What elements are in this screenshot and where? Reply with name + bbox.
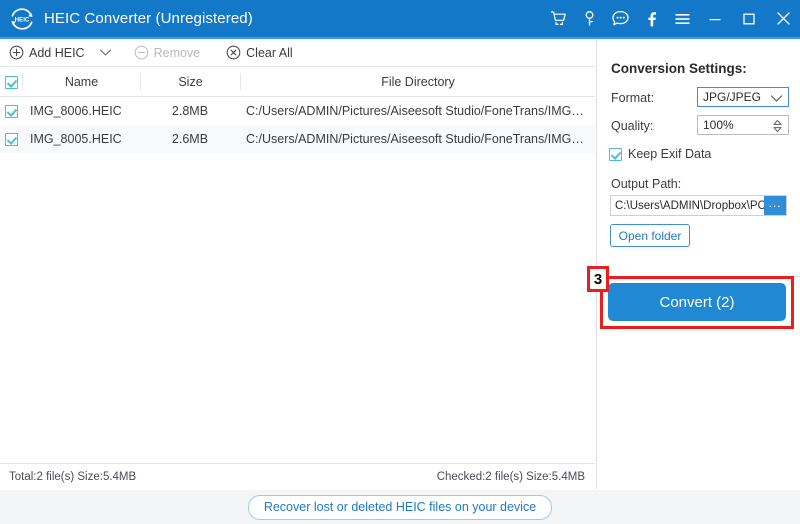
status-bar: Total:2 file(s) Size:5.4MB Checked:2 fil… xyxy=(0,463,595,489)
column-header-name[interactable]: Name xyxy=(22,73,140,91)
quality-label: Quality: xyxy=(611,119,654,133)
close-circle-icon xyxy=(226,45,241,60)
convert-button[interactable]: Convert (2) xyxy=(608,283,786,321)
cart-icon[interactable] xyxy=(543,0,574,37)
chevron-down-icon xyxy=(770,92,783,106)
clear-all-label: Clear All xyxy=(246,45,293,60)
row-file-name: IMG_8006.HEIC xyxy=(30,104,122,118)
clear-all-button[interactable]: Clear All xyxy=(226,45,293,60)
file-toolbar: Add HEIC Remove Clear All xyxy=(0,39,595,67)
table-row[interactable]: IMG_8005.HEIC 2.6MB C:/Users/ADMIN/Pictu… xyxy=(0,125,595,153)
keep-exif-data-label: Keep Exif Data xyxy=(628,147,712,161)
file-list-header: Name Size File Directory xyxy=(0,68,595,97)
spinner-up-down-icon[interactable] xyxy=(772,119,783,136)
menu-icon[interactable] xyxy=(667,0,698,37)
maximize-icon[interactable] xyxy=(732,0,766,37)
add-heic-button[interactable]: Add HEIC xyxy=(9,45,85,60)
open-folder-button[interactable]: Open folder xyxy=(610,224,690,247)
remove-button[interactable]: Remove xyxy=(134,45,201,60)
app-logo-icon: HEIC xyxy=(9,6,35,32)
file-list-body: IMG_8006.HEIC 2.8MB C:/Users/ADMIN/Pictu… xyxy=(0,97,595,463)
row-file-directory: C:/Users/ADMIN/Pictures/Aiseesoft Studio… xyxy=(246,104,595,118)
svg-text:HEIC: HEIC xyxy=(15,16,30,23)
format-value: JPG/JPEG xyxy=(703,90,762,104)
row-checkbox[interactable] xyxy=(0,132,22,146)
title-bar: HEIC HEIC Converter (Unregistered) xyxy=(0,0,800,37)
panel-divider xyxy=(597,276,800,277)
titlebar-icon-group xyxy=(543,0,800,37)
row-checkbox[interactable] xyxy=(0,104,22,118)
key-icon[interactable] xyxy=(574,0,605,37)
status-total-label: Total:2 file(s) Size:5.4MB xyxy=(9,470,137,483)
add-heic-label: Add HEIC xyxy=(29,45,85,60)
minus-circle-icon xyxy=(134,45,149,60)
format-select[interactable]: JPG/JPEG xyxy=(697,87,789,107)
column-header-file-directory[interactable]: File Directory xyxy=(240,73,595,91)
row-file-size: 2.8MB xyxy=(171,104,209,118)
row-file-size: 2.6MB xyxy=(171,132,209,146)
remove-label: Remove xyxy=(153,45,201,60)
heic-converter-window: HEIC HEIC Converter (Unregistered) Add H… xyxy=(0,0,800,524)
facebook-icon[interactable] xyxy=(636,0,667,37)
checkbox-icon xyxy=(609,147,622,161)
row-file-name: IMG_8005.HEIC xyxy=(30,132,122,146)
checkbox-icon xyxy=(4,75,18,89)
step-number-badge: 3 xyxy=(587,266,609,292)
minimize-icon[interactable] xyxy=(698,0,732,37)
row-file-directory: C:/Users/ADMIN/Pictures/Aiseesoft Studio… xyxy=(246,132,595,146)
quality-stepper[interactable]: 100% xyxy=(697,115,789,135)
checkbox-icon xyxy=(4,132,18,146)
keep-exif-data-checkbox[interactable]: Keep Exif Data xyxy=(609,147,711,161)
column-header-size[interactable]: Size xyxy=(140,73,240,91)
output-path-label: Output Path: xyxy=(611,177,682,191)
checkbox-icon xyxy=(4,104,18,118)
app-title: HEIC Converter (Unregistered) xyxy=(44,10,253,27)
plus-circle-icon xyxy=(9,45,24,60)
recover-files-button[interactable]: Recover lost or deleted HEIC files on yo… xyxy=(247,494,553,520)
conversion-settings-panel: Conversion Settings: Format: JPG/JPEG Qu… xyxy=(596,39,800,489)
select-all-checkbox[interactable] xyxy=(0,75,22,89)
panel-title: Conversion Settings: xyxy=(611,61,747,76)
format-label: Format: xyxy=(611,91,655,105)
output-path-value: C:\Users\ADMIN\Dropbox\PC\ xyxy=(615,199,764,212)
browse-folder-button[interactable]: ... xyxy=(764,196,786,215)
output-path-field[interactable]: C:\Users\ADMIN\Dropbox\PC\ ... xyxy=(610,195,787,216)
quality-value: 100% xyxy=(703,118,734,132)
close-icon[interactable] xyxy=(766,0,800,37)
add-heic-dropdown-chevron-down-icon[interactable] xyxy=(99,48,112,57)
chat-icon[interactable] xyxy=(605,0,636,37)
status-checked-label: Checked:2 file(s) Size:5.4MB xyxy=(436,470,585,483)
bottom-bar: Recover lost or deleted HEIC files on yo… xyxy=(0,490,800,524)
table-row[interactable]: IMG_8006.HEIC 2.8MB C:/Users/ADMIN/Pictu… xyxy=(0,97,595,125)
